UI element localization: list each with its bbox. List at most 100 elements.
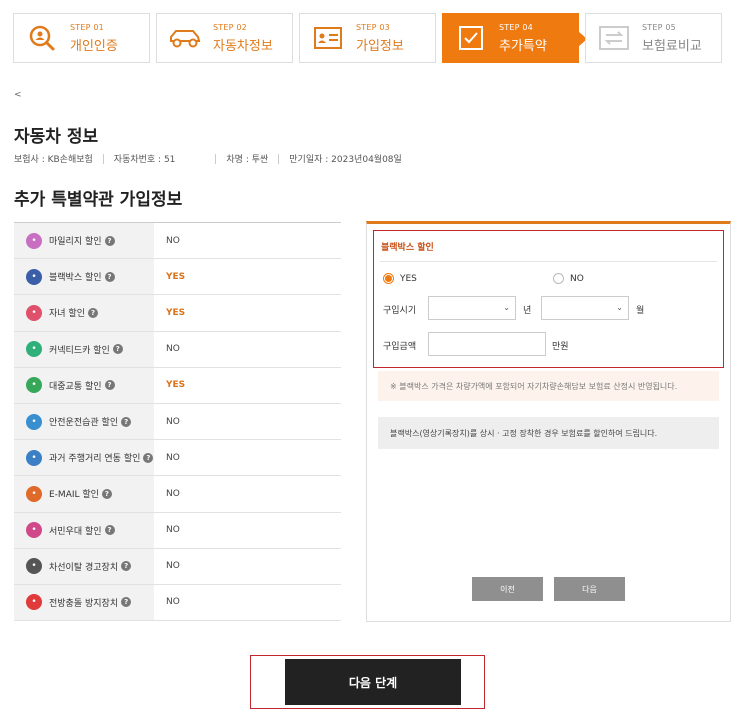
option-label: 과거 주행거리 연동 할인 [49,454,141,465]
option-value: YES [166,380,186,391]
option-label: 마일리지 할인 [49,237,102,248]
special-terms-table: • 마일리지 할인? NO • 블랙박스 할인? YES • 자녀 할인? YES • 커넥티드카 … [14,222,341,622]
option-name: • 대중교통 할인? [14,367,154,403]
help-icon[interactable]: ? [121,561,132,572]
month-unit: 월 [636,306,645,316]
help-icon[interactable]: ? [143,452,154,463]
step-number: STEP 04 [499,22,533,32]
car-info-title: 자동차 정보 [14,127,99,147]
child-icon: • [26,304,42,321]
option-row: • 자녀 할인? YES [14,295,341,332]
price-notice: ※ 블랙박스 가격은 차량가액에 포함되어 자기차량손해담보 보험료 산정시 반… [378,371,719,401]
option-label: 대중교통 할인 [49,381,102,392]
step-number: STEP 02 [213,22,247,32]
next-step-highlight: 다음 단계 [250,655,485,709]
help-icon[interactable]: ? [101,488,112,499]
option-label: 커넥티드카 할인 [49,345,110,356]
next-step-button[interactable]: 다음 단계 [285,659,461,705]
divider [278,153,280,164]
help-icon[interactable]: ? [112,344,123,355]
step-05[interactable]: STEP 05 보험료비교 [585,13,722,63]
no-radio[interactable]: NO [553,273,584,284]
back-link[interactable]: < [14,90,22,100]
option-value: NO [166,561,180,572]
step-number: STEP 01 [70,22,104,32]
option-label: 차선이탈 경고장치 [49,562,119,573]
help-icon[interactable]: ? [87,307,98,318]
step-01[interactable]: STEP 01 개인인증 [13,13,150,63]
year-unit: 년 [523,306,532,316]
panel-title: 블랙박스 할인 [381,243,434,253]
divider [380,261,717,262]
month-select[interactable]: ⌄ [541,296,629,320]
option-value: YES [166,307,186,318]
option-row: • 안전운전습관 할인? NO [14,403,341,441]
option-name: • 과거 주행거리 연동 할인? [14,440,154,476]
radio-selected-icon [383,273,394,284]
id-card-icon [308,18,348,58]
option-name: • 차선이탈 경고장치? [14,548,154,584]
divider [102,153,104,164]
step-number: STEP 05 [642,22,676,32]
bus-icon: • [26,377,42,394]
help-icon[interactable]: ? [104,271,115,282]
blackbox-icon: • [26,268,42,285]
option-row: • 블랙박스 할인? YES [14,259,341,296]
help-icon[interactable]: ? [104,235,115,246]
step-label: 자동차정보 [213,38,273,54]
purchase-date-label: 구입시기 [383,306,417,316]
option-row: • 전방충돌 방지장치? NO [14,584,341,622]
yes-label: YES [400,273,417,284]
year-select[interactable]: ⌄ [428,296,516,320]
help-icon[interactable]: ? [121,597,132,608]
collision-icon: • [26,594,42,611]
expiry-date: 만기일자 : 2023년04월08일 [289,155,402,165]
step-label: 추가특약 [499,38,547,54]
option-row: • 과거 주행거리 연동 할인? NO [14,440,341,477]
option-name: • E-MAIL 할인? [14,476,154,512]
price-unit: 만원 [552,342,569,352]
help-icon[interactable]: ? [104,525,115,536]
prev-button[interactable]: 이전 [472,577,543,601]
option-value: YES [166,271,186,282]
help-icon[interactable]: ? [121,416,132,427]
next-button[interactable]: 다음 [554,577,625,601]
blackbox-panel: 블랙박스 할인 YES NO 구입시기 ⌄ 년 ⌄ 월 구입금액 만원 ※ 블랙… [366,221,731,622]
option-name: • 커넥티드카 할인? [14,331,154,367]
radio-empty-icon [553,273,564,284]
checkbox-icon [451,18,491,58]
step-progress: STEP 01 개인인증 STEP 02 자동차정보 STEP 03 가입정보 STE… [13,13,722,63]
car-model: 차명 : 투싼 [226,155,269,165]
step-label: 가입정보 [356,38,404,54]
divider [215,153,217,164]
option-name: • 자녀 할인? [14,295,154,331]
lane-warning-icon: • [26,558,42,575]
option-label: E-MAIL 할인 [49,490,99,501]
insurer: 보험사 : KB손해보험 [14,155,93,165]
chevron-down-icon: ⌄ [503,303,510,312]
step-04[interactable]: STEP 04 추가특약 [442,13,587,63]
option-value: NO [166,344,180,355]
yes-radio[interactable]: YES [383,273,417,284]
step-03[interactable]: STEP 03 가입정보 [299,13,436,63]
blackbox-form: 블랙박스 할인 YES NO 구입시기 ⌄ 년 ⌄ 월 구입금액 만원 [373,230,724,368]
price-input[interactable] [428,332,546,356]
option-name: • 서민우대 할인? [14,512,154,548]
step-02[interactable]: STEP 02 자동차정보 [156,13,293,63]
step-label: 보험료비교 [642,38,702,54]
special-terms-title: 추가 특별약관 가입정보 [14,190,183,210]
search-person-icon [22,18,62,58]
blackbox-description: 블랙박스(영상기록장치)를 상시 · 고정 장착한 경우 보험료를 할인하여 드… [378,417,719,449]
option-name: • 전방충돌 방지장치? [14,584,154,621]
help-icon[interactable]: ? [104,380,115,391]
connected-car-icon: • [26,341,42,358]
option-value: NO [166,416,180,427]
option-value: NO [166,488,180,499]
option-value: NO [166,235,180,246]
compare-arrows-icon [594,18,634,58]
car-icon [165,18,205,58]
mileage-icon: • [26,232,42,249]
safe-driving-icon: • [26,413,42,430]
no-label: NO [570,273,584,284]
option-label: 전방충돌 방지장치 [49,598,119,609]
